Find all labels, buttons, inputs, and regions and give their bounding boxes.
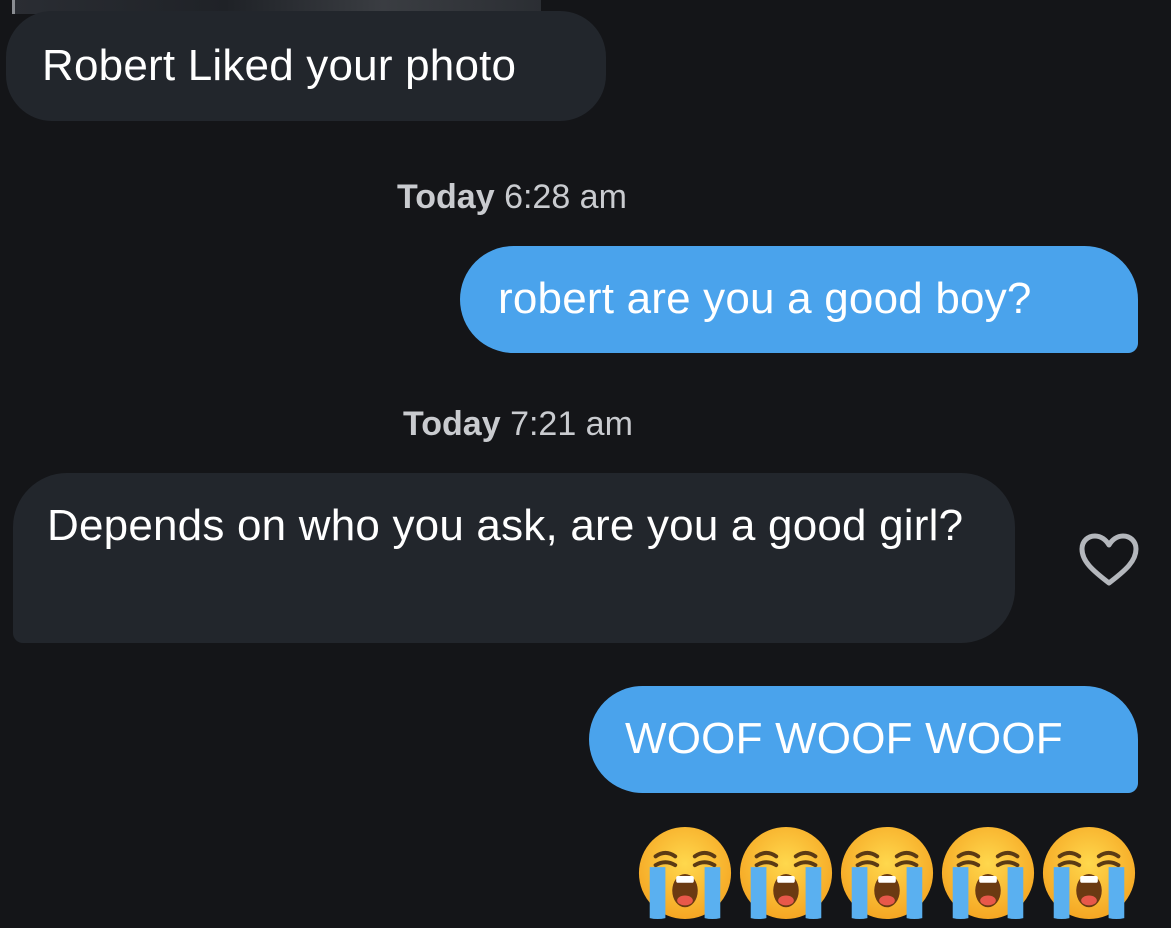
sent-message-bubble[interactable]: robert are you a good boy?: [460, 246, 1138, 353]
timestamp-day: Today: [397, 178, 495, 216]
chat-screen: Robert Liked your photo Today 6:28 am ro…: [0, 0, 1171, 928]
timestamp-day: Today: [403, 405, 501, 443]
loudly-crying-face-icon: [840, 826, 934, 920]
received-message-bubble[interactable]: Depends on who you ask, are you a good g…: [13, 473, 1015, 643]
timestamp-time: 7:21 am: [510, 405, 633, 443]
liked-photo-notice: Robert Liked your photo: [6, 11, 606, 121]
loudly-crying-face-icon: [941, 826, 1035, 920]
heart-outline-icon[interactable]: [1078, 532, 1140, 588]
message-text: robert are you a good boy?: [498, 274, 1032, 323]
message-text: Depends on who you ask, are you a good g…: [47, 501, 964, 550]
message-text: WOOF WOOF WOOF: [625, 714, 1063, 763]
liked-photo-text: Robert Liked your photo: [42, 41, 517, 90]
timestamp: Today 6:28 am: [397, 178, 627, 217]
emoji-message[interactable]: [636, 824, 1140, 924]
loudly-crying-face-icon: [638, 826, 732, 920]
timestamp-time: 6:28 am: [504, 178, 627, 216]
loudly-crying-face-icon: [1042, 826, 1136, 920]
loudly-crying-face-icon: [739, 826, 833, 920]
sent-message-bubble[interactable]: WOOF WOOF WOOF: [589, 686, 1138, 793]
timestamp: Today 7:21 am: [403, 405, 633, 444]
